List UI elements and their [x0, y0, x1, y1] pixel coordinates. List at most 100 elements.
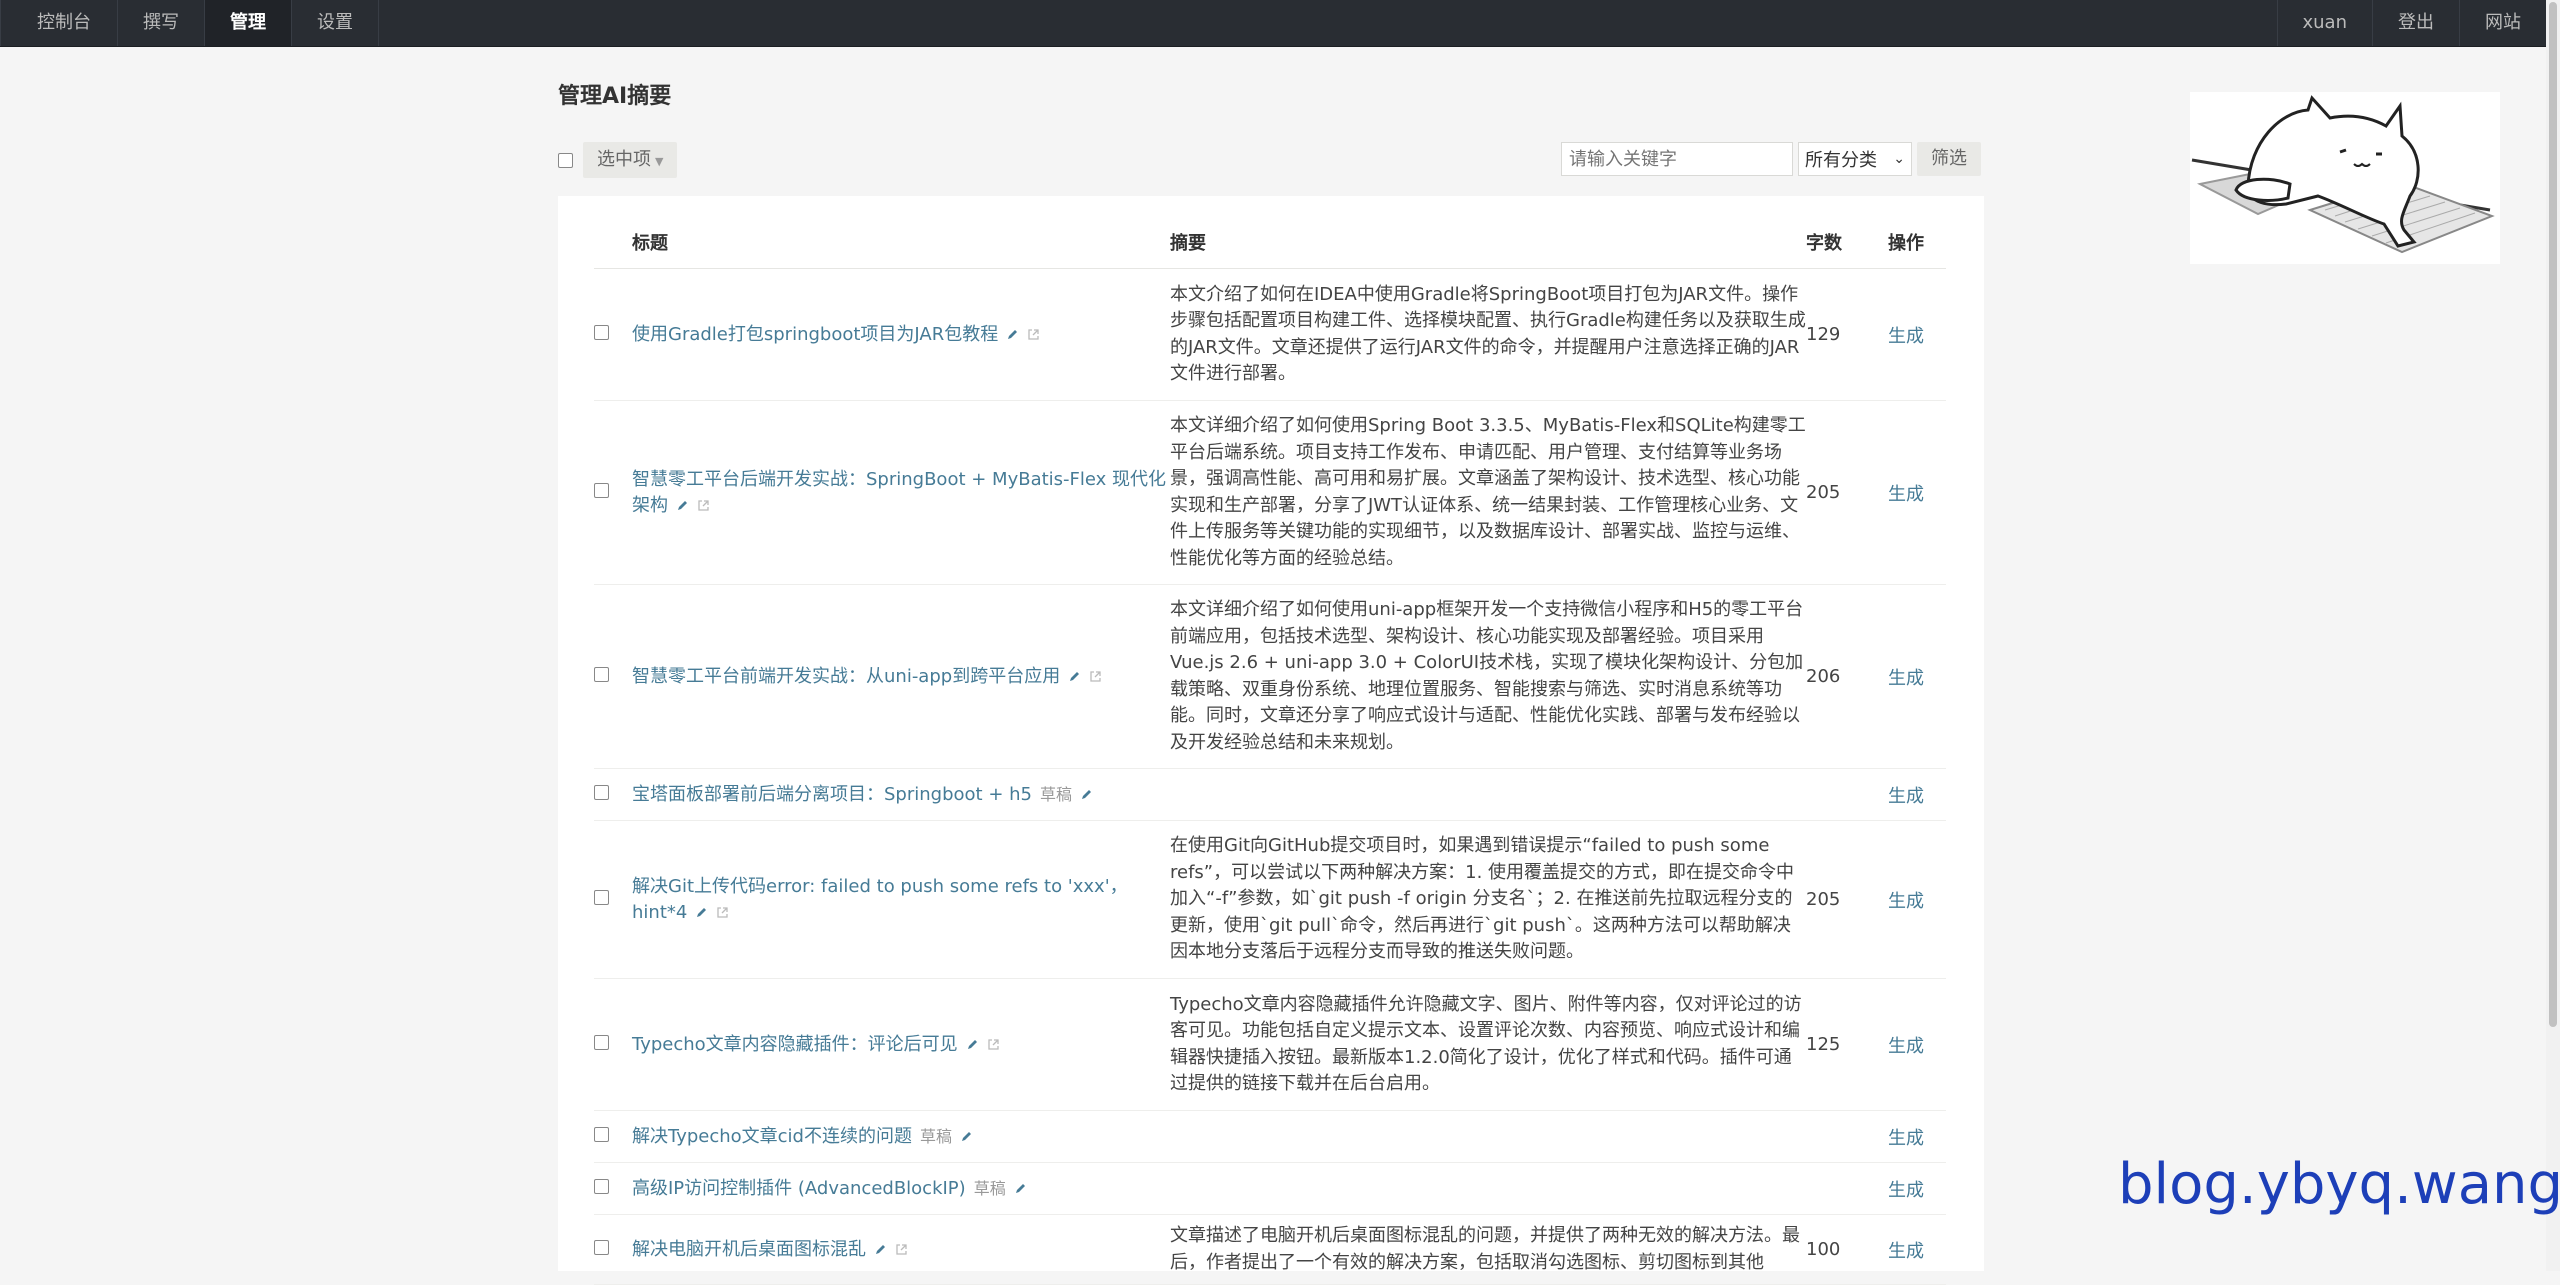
post-title-link[interactable]: 高级IP访问控制插件 (AdvancedBlockIP) — [632, 1178, 966, 1199]
row-title-cell: 解决Typecho文章cid不连续的问题 草稿 — [632, 1110, 1170, 1163]
row-checkbox-cell — [594, 820, 632, 979]
row-checkbox-cell — [594, 584, 632, 769]
row-title-cell: 智慧零工平台前端开发实战：从uni-app到跨平台应用 — [632, 584, 1170, 769]
table-row: 解决电脑开机后桌面图标混乱 文章描述了电脑开机后桌面图标混乱的问题，并提供了两种无… — [594, 1214, 1946, 1285]
row-checkbox[interactable] — [594, 667, 609, 682]
generate-summary-link[interactable]: 生成 — [1888, 1241, 1924, 1262]
row-summary: 在使用Git向GitHub提交项目时，如果遇到错误提示“failed to pu… — [1170, 820, 1806, 979]
select-all-checkbox[interactable] — [558, 152, 573, 168]
post-title-link[interactable]: 解决Typecho文章cid不连续的问题 — [632, 1126, 912, 1147]
row-word-count: 206 — [1806, 584, 1888, 769]
edit-pencil-icon[interactable] — [1080, 788, 1093, 801]
row-checkbox-cell — [594, 768, 632, 821]
top-navbar: 控制台 撰写 管理 设置 xuan 登出 网站 — [0, 0, 2546, 47]
nav-dashboard[interactable]: 控制台 — [0, 0, 118, 46]
row-checkbox-cell — [594, 978, 632, 1111]
generate-summary-link[interactable]: 生成 — [1888, 1180, 1924, 1201]
filter-button[interactable]: 筛选 — [1917, 142, 1981, 176]
edit-pencil-icon[interactable] — [960, 1130, 973, 1143]
generate-summary-link[interactable]: 生成 — [1888, 891, 1924, 912]
generate-summary-link[interactable]: 生成 — [1888, 786, 1924, 807]
generate-summary-link[interactable]: 生成 — [1888, 326, 1924, 347]
row-checkbox[interactable] — [594, 1179, 609, 1194]
post-title-link[interactable]: 宝塔面板部署前后端分离项目：Springboot + h5 — [632, 784, 1032, 805]
edit-pencil-icon[interactable] — [1068, 670, 1081, 683]
draft-label: 草稿 — [973, 1178, 1006, 1198]
external-link-icon[interactable] — [1089, 670, 1102, 683]
cat-keyboard-illustration — [2190, 92, 2500, 264]
row-word-count: 125 — [1806, 978, 1888, 1111]
external-link-icon[interactable] — [987, 1038, 1000, 1051]
row-action-cell: 生成 — [1888, 768, 1946, 821]
row-action-cell: 生成 — [1888, 1110, 1946, 1163]
bulk-toolbar: 选中项 ▼ — [558, 142, 678, 178]
table-row: 智慧零工平台前端开发实战：从uni-app到跨平台应用 本文详细介绍了如何使用un… — [594, 584, 1946, 769]
row-title-cell: 智慧零工平台后端开发实战：SpringBoot + MyBatis-Flex 现… — [632, 400, 1170, 585]
generate-summary-link[interactable]: 生成 — [1888, 1036, 1924, 1057]
nav-logout[interactable]: 登出 — [2372, 0, 2459, 46]
keyword-search-input[interactable] — [1561, 142, 1793, 176]
table-row: 智慧零工平台后端开发实战：SpringBoot + MyBatis-Flex 现… — [594, 400, 1946, 585]
row-checkbox[interactable] — [594, 890, 609, 905]
post-title-link[interactable]: 解决电脑开机后桌面图标混乱 — [632, 1239, 866, 1260]
external-link-icon[interactable] — [1027, 328, 1040, 341]
post-title-link[interactable]: Typecho文章内容隐藏插件：评论后可见 — [632, 1034, 958, 1055]
row-checkbox[interactable] — [594, 1127, 609, 1142]
nav-user[interactable]: xuan — [2276, 0, 2373, 46]
external-link-icon[interactable] — [697, 499, 710, 512]
edit-pencil-icon[interactable] — [676, 499, 689, 512]
row-checkbox[interactable] — [594, 483, 609, 498]
row-title-cell: 解决Git上传代码error: failed to push some refs… — [632, 820, 1170, 979]
table-header-row: 标题 摘要 字数 操作 — [594, 216, 1946, 269]
header-action: 操作 — [1888, 216, 1946, 269]
row-checkbox-cell — [594, 1214, 632, 1285]
row-word-count — [1806, 1110, 1888, 1163]
table-row: Typecho文章内容隐藏插件：评论后可见 Typecho文章内容隐藏插件允许隐藏… — [594, 978, 1946, 1111]
selected-items-dropdown[interactable]: 选中项 ▼ — [583, 142, 678, 178]
edit-pencil-icon[interactable] — [695, 906, 708, 919]
edit-pencil-icon[interactable] — [874, 1243, 887, 1256]
generate-summary-link[interactable]: 生成 — [1888, 668, 1924, 689]
row-action-cell: 生成 — [1888, 584, 1946, 769]
chevron-down-icon: ⌄ — [1893, 151, 1905, 167]
category-select[interactable]: 所有分类 ⌄ — [1798, 142, 1912, 176]
row-action-cell: 生成 — [1888, 268, 1946, 401]
draft-label: 草稿 — [919, 1126, 952, 1146]
search-toolbar: 所有分类 ⌄ 筛选 — [1561, 142, 1981, 176]
edit-pencil-icon[interactable] — [1006, 328, 1019, 341]
post-title-link[interactable]: 使用Gradle打包springboot项目为JAR包教程 — [632, 324, 998, 345]
table-row: 解决Typecho文章cid不连续的问题 草稿 生成 — [594, 1110, 1946, 1163]
row-word-count — [1806, 768, 1888, 821]
row-title-cell: 解决电脑开机后桌面图标混乱 — [632, 1214, 1170, 1285]
caret-down-icon: ▼ — [655, 155, 664, 168]
edit-pencil-icon[interactable] — [966, 1038, 979, 1051]
nav-site[interactable]: 网站 — [2459, 0, 2546, 46]
row-summary: 本文介绍了如何在IDEA中使用Gradle将SpringBoot项目打包为JAR… — [1170, 268, 1806, 401]
ai-summary-table: 标题 摘要 字数 操作 使用Gradle打包springboot项目为JAR包教… — [594, 216, 1946, 1285]
row-checkbox[interactable] — [594, 325, 609, 340]
post-title-link[interactable]: 智慧零工平台后端开发实战：SpringBoot + MyBatis-Flex 现… — [632, 469, 1166, 516]
generate-summary-link[interactable]: 生成 — [1888, 484, 1924, 505]
row-summary: 本文详细介绍了如何使用uni-app框架开发一个支持微信小程序和H5的零工平台前… — [1170, 584, 1806, 769]
generate-summary-link[interactable]: 生成 — [1888, 1128, 1924, 1149]
edit-pencil-icon[interactable] — [1014, 1182, 1027, 1195]
external-link-icon[interactable] — [716, 906, 729, 919]
row-title-cell: 宝塔面板部署前后端分离项目：Springboot + h5 草稿 — [632, 768, 1170, 821]
table-body: 使用Gradle打包springboot项目为JAR包教程 本文介绍了如何在IDE… — [594, 268, 1946, 1285]
table-row: 解决Git上传代码error: failed to push some refs… — [594, 820, 1946, 979]
table-row: 高级IP访问控制插件 (AdvancedBlockIP) 草稿 生成 — [594, 1162, 1946, 1215]
nav-write[interactable]: 撰写 — [118, 0, 205, 46]
external-link-icon[interactable] — [895, 1243, 908, 1256]
scrollbar-thumb[interactable] — [2549, 2, 2557, 1027]
vertical-scrollbar[interactable] — [2546, 0, 2560, 1271]
row-summary — [1170, 1110, 1806, 1163]
row-summary: 本文详细介绍了如何使用Spring Boot 3.3.5、MyBatis-Fle… — [1170, 400, 1806, 585]
post-title-link[interactable]: 智慧零工平台前端开发实战：从uni-app到跨平台应用 — [632, 666, 1060, 687]
row-checkbox[interactable] — [594, 1035, 609, 1050]
row-checkbox[interactable] — [594, 1240, 609, 1255]
row-word-count: 129 — [1806, 268, 1888, 401]
nav-manage[interactable]: 管理 — [205, 0, 292, 46]
row-checkbox[interactable] — [594, 785, 609, 800]
row-title-cell: Typecho文章内容隐藏插件：评论后可见 — [632, 978, 1170, 1111]
nav-settings[interactable]: 设置 — [292, 0, 379, 46]
